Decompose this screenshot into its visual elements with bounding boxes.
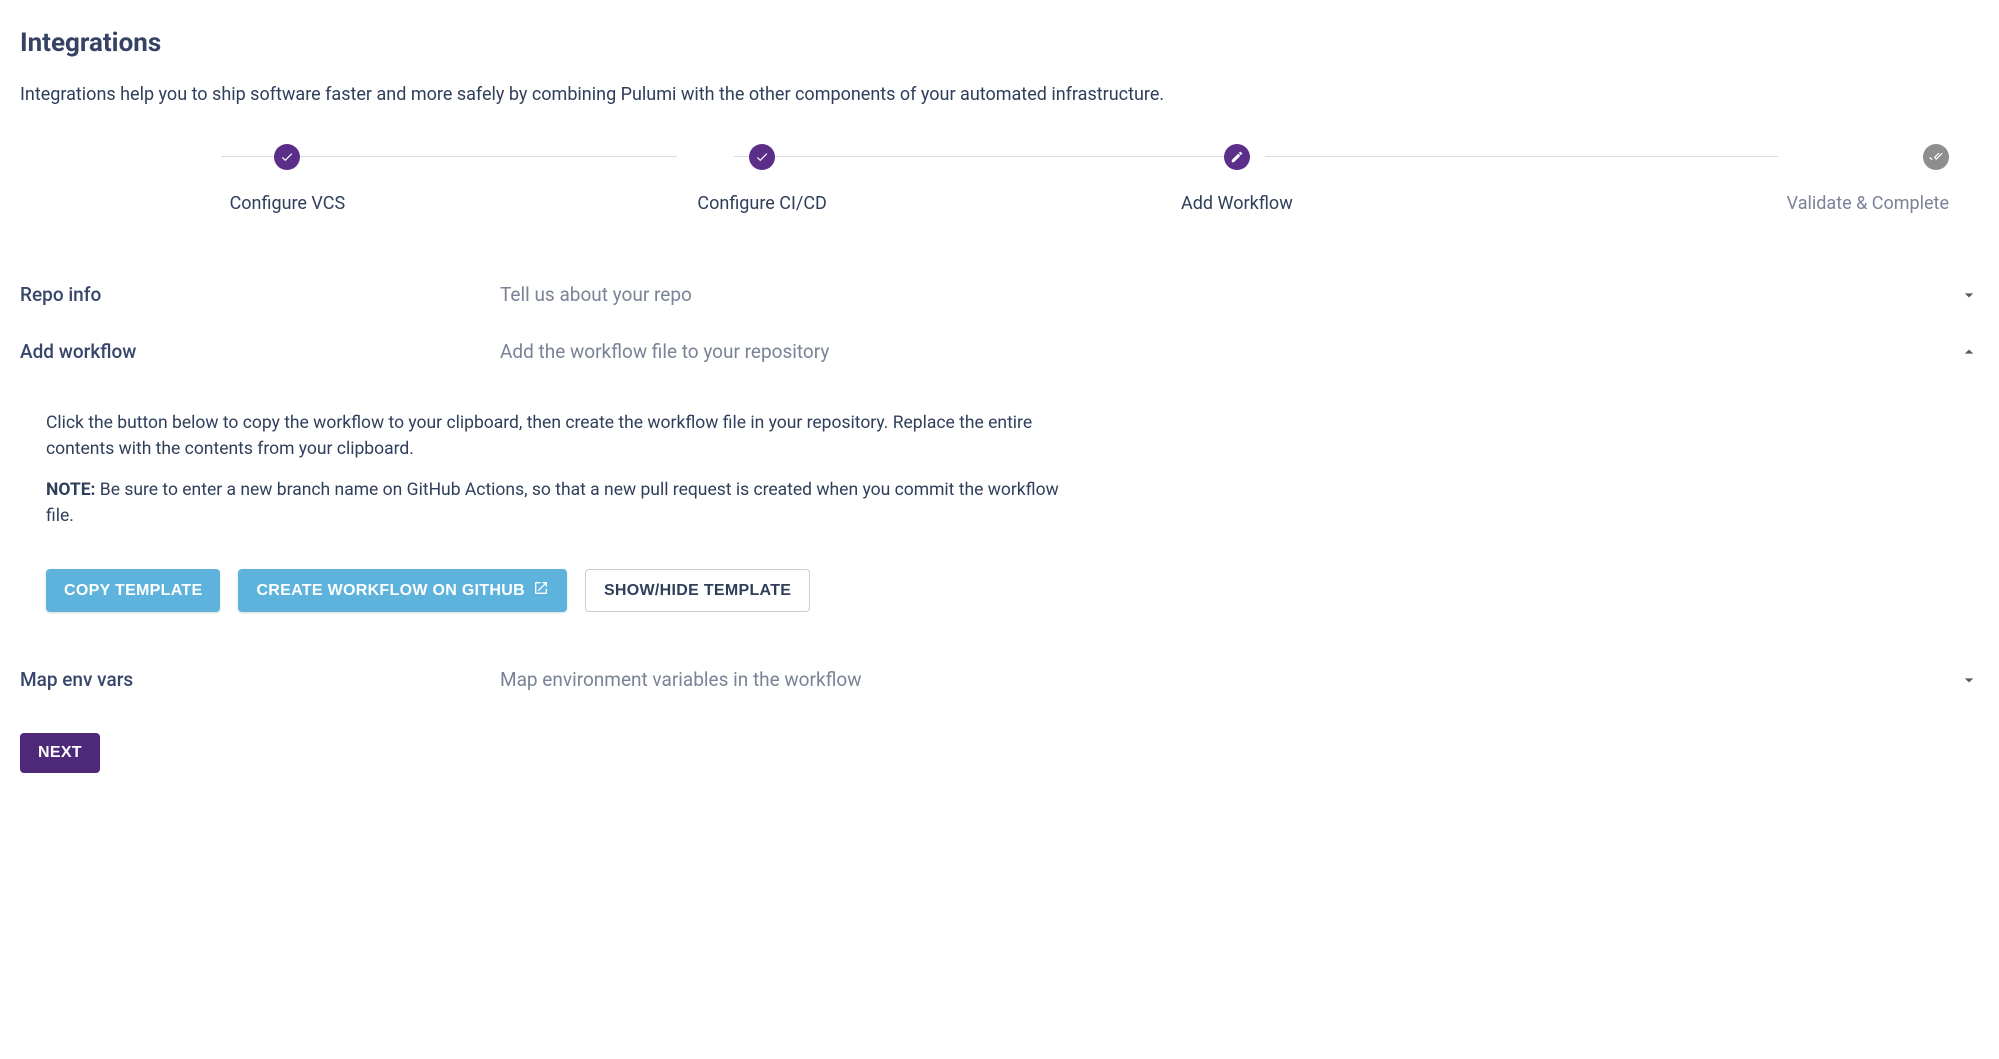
note-label: NOTE: [46, 480, 95, 500]
footer-actions: NEXT [20, 733, 1979, 773]
chevron-down-icon [1955, 285, 1979, 305]
chevron-down-icon [1955, 670, 1979, 690]
step-label: Configure CI/CD [525, 190, 1000, 217]
section-map-env-vars[interactable]: Map env vars Map environment variables i… [20, 652, 1979, 709]
double-check-icon [1923, 144, 1949, 170]
section-repo-info[interactable]: Repo info Tell us about your repo [20, 267, 1979, 324]
next-button[interactable]: NEXT [20, 733, 100, 773]
section-add-workflow-body: Click the button below to copy the workf… [20, 380, 1070, 652]
section-desc: Tell us about your repo [500, 281, 1955, 310]
page-title: Integrations [20, 24, 1979, 63]
section-desc: Map environment variables in the workflo… [500, 666, 1955, 695]
workflow-button-row: COPY TEMPLATE CREATE WORKFLOW ON GITHUB … [46, 569, 1070, 612]
progress-stepper: Configure VCS Configure CI/CD Add Workfl… [50, 144, 1949, 217]
page-intro: Integrations help you to ship software f… [20, 81, 1979, 108]
workflow-note: NOTE: Be sure to enter a new branch name… [46, 477, 1070, 530]
show-hide-template-button[interactable]: SHOW/HIDE TEMPLATE [585, 569, 810, 612]
section-desc: Add the workflow file to your repository [500, 338, 1955, 367]
step-configure-cicd[interactable]: Configure CI/CD [525, 144, 1000, 217]
step-validate-complete[interactable]: Validate & Complete [1474, 144, 1949, 217]
chevron-up-icon [1955, 342, 1979, 362]
check-icon [749, 144, 775, 170]
pencil-icon [1224, 144, 1250, 170]
section-add-workflow[interactable]: Add workflow Add the workflow file to yo… [20, 324, 1979, 381]
section-title: Add workflow [20, 338, 500, 367]
external-link-icon [533, 580, 549, 601]
check-icon [274, 144, 300, 170]
section-title: Map env vars [20, 666, 500, 695]
workflow-instructions: Click the button below to copy the workf… [46, 410, 1070, 463]
note-text: Be sure to enter a new branch name on Gi… [46, 480, 1059, 526]
step-label: Configure VCS [50, 190, 525, 217]
button-label: CREATE WORKFLOW ON GITHUB [256, 582, 525, 600]
stepper-line [734, 156, 1228, 157]
stepper-line [1265, 156, 1778, 157]
step-label: Validate & Complete [1474, 190, 1949, 217]
step-configure-vcs[interactable]: Configure VCS [50, 144, 525, 217]
copy-template-button[interactable]: COPY TEMPLATE [46, 569, 220, 612]
create-workflow-github-button[interactable]: CREATE WORKFLOW ON GITHUB [238, 569, 567, 612]
step-label: Add Workflow [1000, 190, 1475, 217]
step-add-workflow[interactable]: Add Workflow [1000, 144, 1475, 217]
section-title: Repo info [20, 281, 500, 310]
